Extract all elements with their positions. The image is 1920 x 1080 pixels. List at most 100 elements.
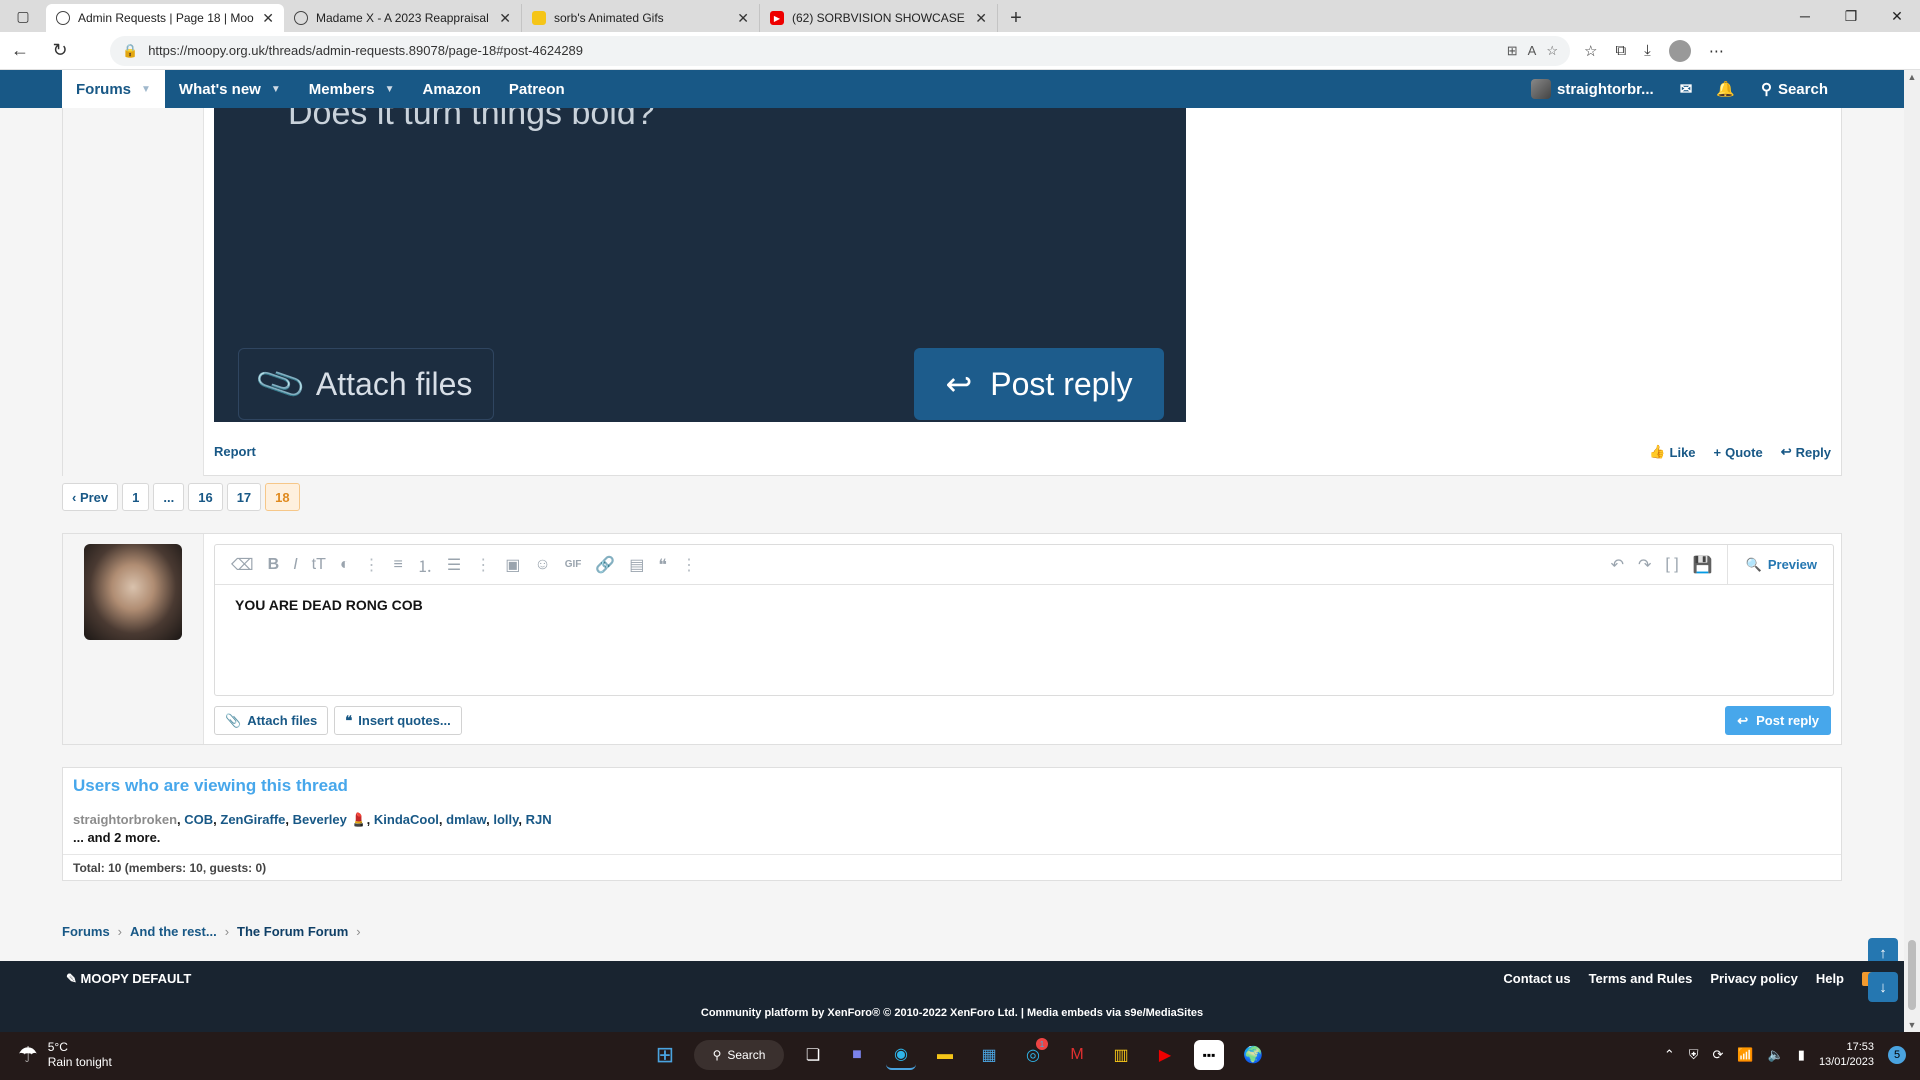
report-link[interactable]: Report — [214, 444, 256, 459]
scrollbar-thumb[interactable] — [1908, 940, 1916, 1010]
gift-icon[interactable]: ▥ — [1106, 1040, 1136, 1070]
reply-button[interactable]: ↩ Reply — [1781, 444, 1831, 460]
gif-icon[interactable]: GIF — [565, 559, 582, 570]
read-aloud-icon[interactable]: A — [1528, 43, 1537, 58]
nav-tab-members[interactable]: Members ▼ — [295, 70, 409, 108]
undo-icon[interactable]: ↶ — [1611, 555, 1624, 575]
page-scrollbar[interactable]: ▲ ▼ — [1904, 70, 1920, 1032]
page-link[interactable]: 1 — [122, 483, 150, 511]
link-icon[interactable]: 🔗 — [595, 555, 615, 575]
task-view-icon[interactable]: ❏ — [798, 1040, 828, 1070]
post-reply-button[interactable]: ↩ Post reply — [1725, 706, 1831, 735]
browser-tab-3[interactable]: sorb's Animated Gifs ✕ — [522, 4, 760, 32]
windows-start-icon[interactable]: ⊞ — [650, 1040, 680, 1070]
viewer-link[interactable]: Beverley — [293, 812, 347, 827]
quote-button[interactable]: + Quote — [1714, 444, 1763, 460]
security-icon[interactable]: ⛨ — [1689, 1047, 1699, 1063]
weather-widget[interactable]: ☂ 5°C Rain tonight — [18, 1040, 112, 1070]
page-skip[interactable]: ... — [153, 483, 185, 511]
quote-icon[interactable]: ❝ — [658, 555, 667, 575]
bold-icon[interactable]: B — [268, 556, 280, 574]
favorites-icon[interactable]: ☆ — [1584, 42, 1597, 60]
viewer-link[interactable]: dmlaw — [446, 812, 486, 827]
more-icon[interactable]: ⋯ — [1709, 42, 1724, 60]
footer-link-privacy[interactable]: Privacy policy — [1710, 971, 1797, 986]
close-icon[interactable]: ✕ — [499, 10, 511, 27]
nav-tab-amazon[interactable]: Amazon — [409, 70, 495, 108]
text-size-icon[interactable]: tT — [312, 556, 326, 574]
lock-icon[interactable]: 🔒 — [122, 43, 138, 59]
profile-avatar[interactable] — [1668, 39, 1691, 62]
italic-icon[interactable]: I — [293, 556, 297, 574]
refresh-icon[interactable]: ↻ — [40, 32, 80, 70]
chevron-down-icon[interactable]: ▼ — [271, 84, 281, 95]
chevron-down-icon[interactable]: ▼ — [385, 84, 395, 95]
bell-icon[interactable]: 🔔 — [1704, 80, 1747, 98]
page-prev[interactable]: ‹ Prev — [62, 483, 119, 511]
like-button[interactable]: 👍 Like — [1649, 444, 1695, 460]
minimize-icon[interactable]: ─ — [1782, 0, 1828, 32]
breadcrumb-item[interactable]: And the rest... — [130, 924, 217, 939]
edge-icon[interactable]: ◉ — [886, 1040, 916, 1070]
back-icon[interactable]: ← — [0, 32, 40, 70]
reply-text[interactable]: YOU ARE DEAD RONG COB — [215, 585, 1833, 625]
chat-app-icon[interactable]: ■ — [842, 1040, 872, 1070]
downloads-icon[interactable]: ⤓ — [1644, 42, 1651, 59]
wifi-icon[interactable]: 📶 — [1737, 1047, 1753, 1063]
more-options-icon[interactable]: ⋮ — [681, 555, 697, 575]
more-options-icon[interactable]: ⋮ — [364, 555, 380, 575]
browser-tab-2[interactable]: Madame X - A 2023 Reappraisal ✕ — [284, 4, 522, 32]
nav-tab-forums[interactable]: Forums ▼ — [62, 70, 165, 108]
inbox-icon[interactable]: ✉ — [1668, 80, 1705, 98]
page-link[interactable]: 17 — [226, 483, 262, 511]
mcafee-icon[interactable]: M — [1062, 1040, 1092, 1070]
new-tab-button[interactable]: + — [998, 4, 1034, 32]
page-current[interactable]: 18 — [265, 483, 300, 511]
volume-icon[interactable]: 🔈 — [1768, 1047, 1784, 1063]
viewer-me[interactable]: straightorbroken — [73, 812, 177, 827]
breadcrumb-item[interactable]: The Forum Forum — [237, 924, 348, 939]
collections-icon[interactable]: ⧉ — [1615, 42, 1626, 59]
battery-icon[interactable]: ▮ — [1798, 1047, 1805, 1063]
more-options-icon[interactable]: ⋮ — [475, 555, 491, 575]
align-icon[interactable]: ≡ — [394, 556, 403, 574]
scroll-to-bottom-button[interactable]: ↓ — [1868, 972, 1898, 1002]
store-icon[interactable]: ▦ — [974, 1040, 1004, 1070]
restore-icon[interactable]: ❐ — [1828, 0, 1874, 32]
clock[interactable]: 17:53 13/01/2023 — [1819, 1040, 1874, 1070]
reply-editor[interactable]: ⌫ B I tT ◐ ⋮ ≡ ⒈ ☰ ⋮ ▣ ☺ GIF 🔗 ▤ ❝ ⋮ ↶ ↷… — [214, 544, 1834, 696]
bbcode-icon[interactable]: [ ] — [1665, 556, 1678, 574]
footer-link-terms[interactable]: Terms and Rules — [1589, 971, 1693, 986]
account-menu[interactable]: straightorbr... — [1517, 70, 1668, 108]
sync-icon[interactable]: ⟳ — [1713, 1047, 1724, 1063]
viewer-link[interactable]: KindaCool — [374, 812, 439, 827]
globe-icon[interactable]: 🌍 — [1238, 1040, 1268, 1070]
ordered-list-icon[interactable]: ⒈ — [417, 553, 433, 577]
style-chooser[interactable]: ✎ MOOPY DEFAULT — [66, 971, 191, 987]
file-explorer-icon[interactable]: ▬ — [930, 1040, 960, 1070]
youtube-icon[interactable]: ▶ — [1150, 1040, 1180, 1070]
close-icon[interactable]: ✕ — [737, 10, 749, 27]
scroll-up-icon[interactable]: ▲ — [1904, 72, 1920, 82]
chevron-down-icon[interactable]: ▼ — [141, 84, 151, 95]
insert-quotes-button[interactable]: ❝ Insert quotes... — [334, 706, 462, 735]
bullet-list-icon[interactable]: ☰ — [447, 555, 461, 575]
viewer-link[interactable]: RJN — [526, 812, 552, 827]
app-available-icon[interactable]: ⊞ — [1507, 43, 1518, 59]
chevron-up-icon[interactable]: ⌃ — [1664, 1047, 1675, 1063]
browser-tab-4[interactable]: ▶ (62) SORBVISION SHOWCASE #2 ✕ — [760, 4, 998, 32]
viewer-link[interactable]: COB — [184, 812, 213, 827]
scroll-down-icon[interactable]: ▼ — [1904, 1020, 1920, 1030]
footer-link-help[interactable]: Help — [1816, 971, 1844, 986]
nav-tab-whats-new[interactable]: What's new ▼ — [165, 70, 295, 108]
page-link[interactable]: 16 — [188, 483, 223, 511]
app-grid-icon[interactable]: ▪▪▪ — [1194, 1040, 1224, 1070]
url-field[interactable]: 🔒 https://moopy.org.uk/threads/admin-req… — [110, 35, 1570, 66]
footer-link-contact[interactable]: Contact us — [1503, 971, 1570, 986]
viewer-link[interactable]: lolly — [493, 812, 518, 827]
close-icon[interactable]: ✕ — [262, 10, 274, 27]
user-avatar[interactable] — [84, 544, 182, 640]
media-icon[interactable]: ▤ — [629, 555, 644, 575]
tab-actions-icon[interactable]: ▢ — [0, 0, 46, 32]
favorite-icon[interactable]: ☆ — [1546, 43, 1558, 59]
